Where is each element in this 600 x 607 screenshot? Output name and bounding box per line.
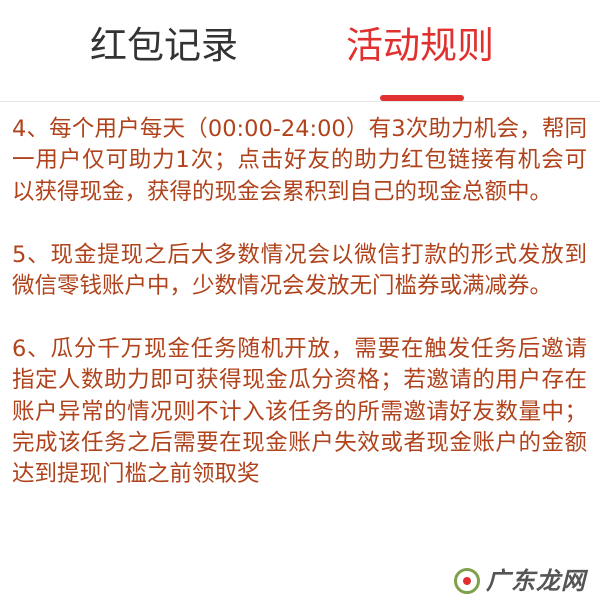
rule-item-6: 6、瓜分千万现金任务随机开放，需要在触发任务后邀请指定人数助力即可获得现金瓜分资… (12, 335, 587, 488)
globe-logo-icon (454, 568, 480, 594)
active-tab-indicator (380, 95, 464, 101)
tab-red-packet-records[interactable]: 红包记录 (90, 20, 238, 72)
watermark-text: 广东龙网 (486, 567, 586, 595)
rule-item-4: 4、每个用户每天（00:00-24:00）有3次助力机会，帮同一用户仅可助力1次… (12, 116, 587, 205)
watermark: 广东龙网 (450, 563, 590, 599)
tab-activity-rules[interactable]: 活动规则 (346, 20, 494, 72)
activity-page: 红包记录 活动规则 4、每个用户每天（00:00-24:00）有3次助力机会，帮… (0, 0, 600, 607)
rules-content[interactable]: 4、每个用户每天（00:00-24:00）有3次助力机会，帮同一用户仅可助力1次… (12, 114, 587, 522)
tab-bar: 红包记录 活动规则 (0, 0, 600, 102)
rule-item-5: 5、现金提现之后大多数情况会以微信打款的形式发放到微信零钱账户中，少数情况会发放… (12, 241, 587, 300)
